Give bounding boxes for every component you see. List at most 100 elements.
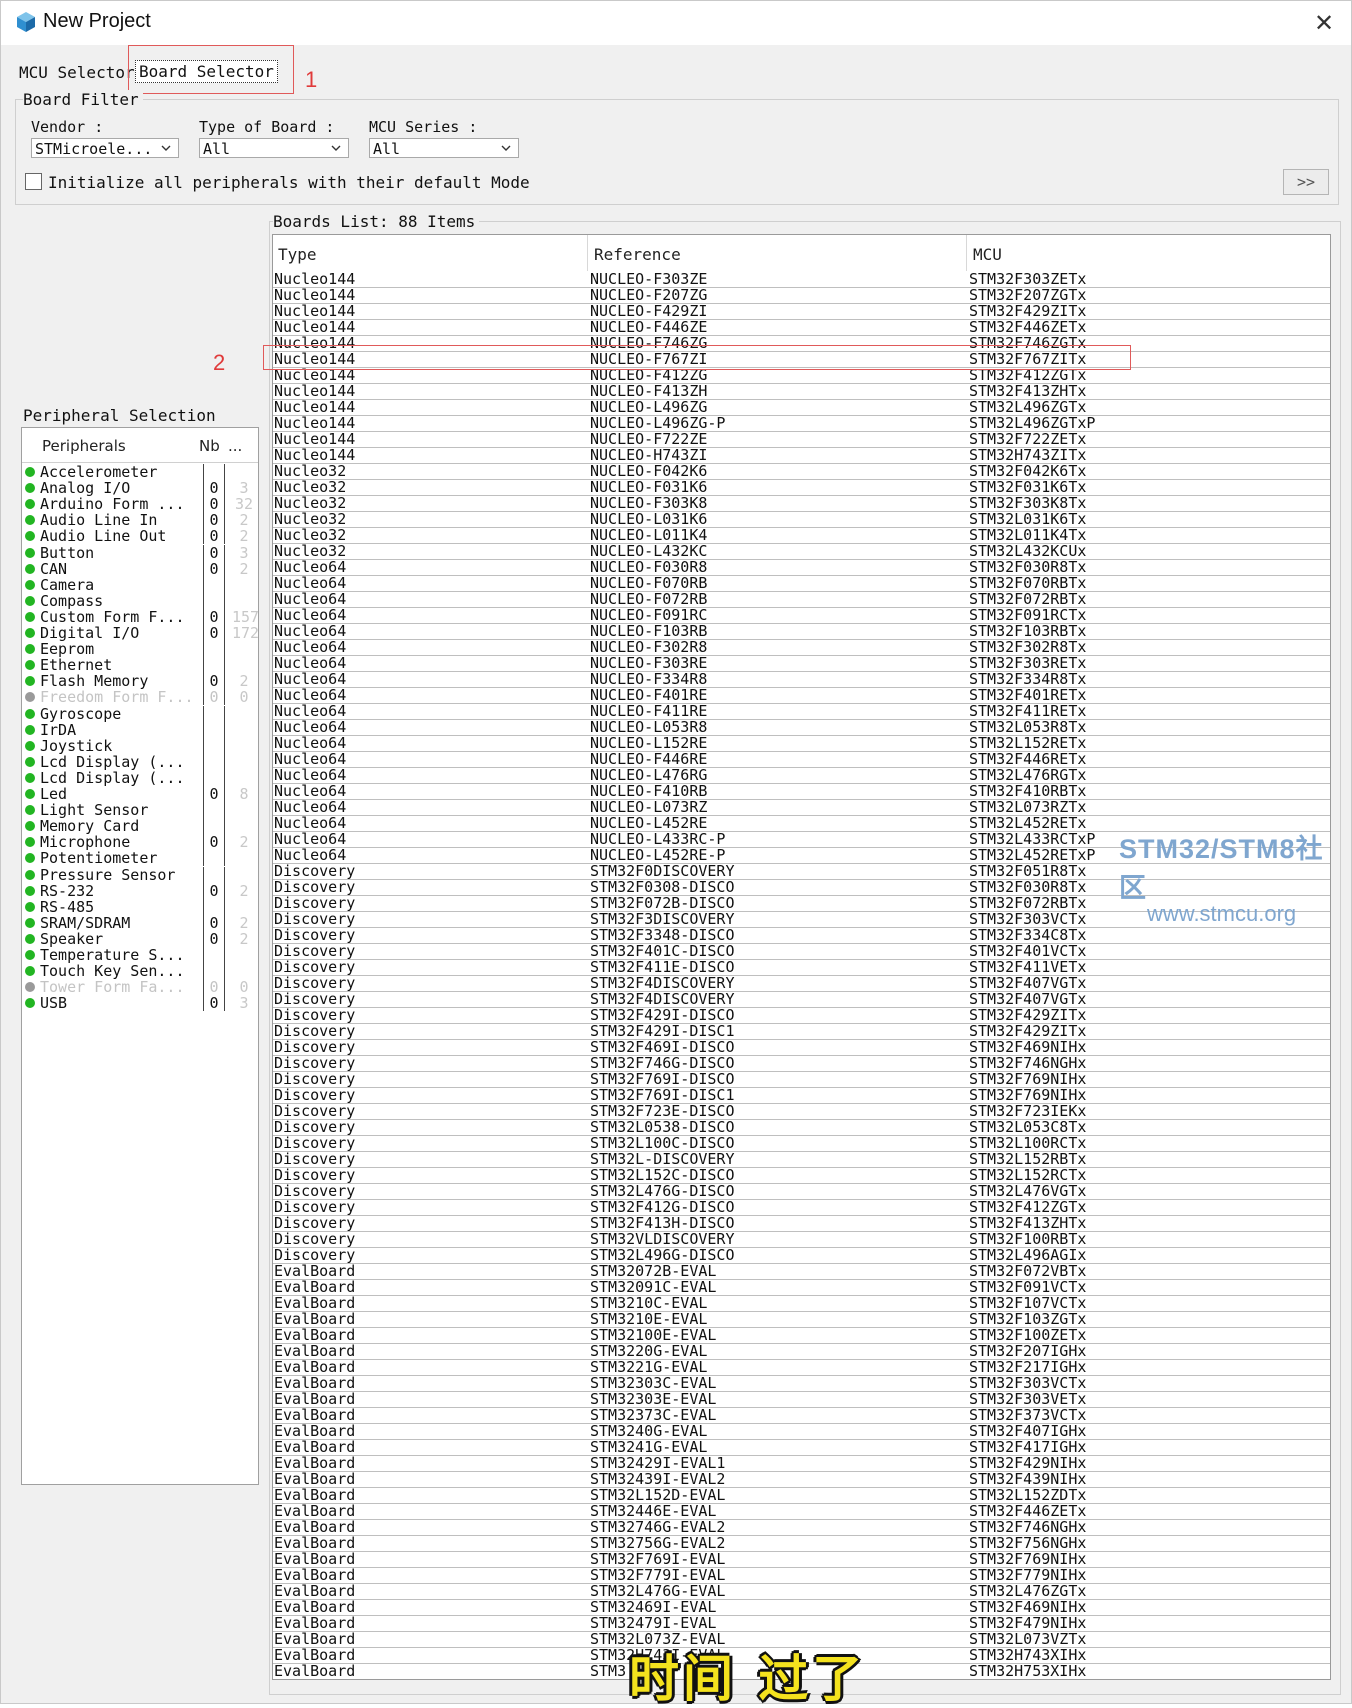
board-row[interactable]: EvalBoard STM3221G-EVAL STM32F217IGHx <box>273 1359 1330 1376</box>
board-row[interactable]: Nucleo32 NUCLEO-F031K6 STM32F031K6Tx <box>273 479 1330 496</box>
peripheral-row[interactable]: Joystick <box>22 737 258 754</box>
board-row[interactable]: Nucleo64 NUCLEO-F334R8 STM32F334R8Tx <box>273 671 1330 688</box>
board-row[interactable]: EvalBoard STM3241G-EVAL STM32F417IGHx <box>273 1439 1330 1456</box>
vendor-select[interactable]: STMicroele... <box>31 138 179 158</box>
mcu-series-select[interactable]: All <box>369 138 519 158</box>
board-row[interactable]: EvalBoard STM32303C-EVAL STM32F303VCTx <box>273 1375 1330 1392</box>
board-type-select[interactable]: All <box>199 138 349 158</box>
peripheral-row[interactable]: Camera <box>22 576 258 593</box>
peripheral-row[interactable]: Eeprom <box>22 641 258 658</box>
col-header-peripherals[interactable]: Peripherals <box>42 437 126 455</box>
board-row[interactable]: Discovery STM32L496G-DISCO STM32L496AGIx <box>273 1247 1330 1264</box>
board-row[interactable]: EvalBoard STM32756G-EVAL2 STM32F756NGHx <box>273 1535 1330 1552</box>
col-header-max[interactable]: ... <box>228 437 242 455</box>
board-row[interactable]: Nucleo64 NUCLEO-L073RZ STM32L073RZTx <box>273 799 1330 816</box>
peripheral-count[interactable]: 0 <box>203 834 225 851</box>
peripheral-count[interactable] <box>203 657 225 674</box>
peripheral-row[interactable]: Speaker 0 2 <box>22 930 258 947</box>
peripheral-count[interactable]: 0 <box>203 528 225 545</box>
board-row[interactable]: EvalBoard STM32429I-EVAL1 STM32F429NIHx <box>273 1455 1330 1472</box>
board-row[interactable]: Nucleo64 NUCLEO-L152RE STM32L152RETx <box>273 735 1330 752</box>
board-row[interactable]: EvalBoard STM32F769I-EVAL STM32F769NIHx <box>273 1551 1330 1568</box>
peripheral-row[interactable]: Microphone 0 2 <box>22 834 258 851</box>
peripheral-count[interactable]: 0 <box>203 480 225 497</box>
peripheral-count[interactable]: 0 <box>203 914 225 931</box>
peripheral-count[interactable] <box>203 769 225 786</box>
peripheral-row[interactable]: USB 0 3 <box>22 995 258 1012</box>
peripheral-count[interactable]: 0 <box>203 689 225 706</box>
board-row[interactable]: Nucleo144 NUCLEO-F413ZH STM32F413ZHTx <box>273 383 1330 400</box>
peripheral-count[interactable] <box>203 963 225 980</box>
board-row[interactable]: Discovery STM32F723E-DISCO STM32F723IEKx <box>273 1103 1330 1120</box>
board-row[interactable]: Nucleo144 NUCLEO-F429ZI STM32F429ZITx <box>273 303 1330 320</box>
board-row[interactable]: Discovery STM32F3348-DISCO STM32F334C8Tx <box>273 927 1330 944</box>
board-row[interactable]: EvalBoard STM32373C-EVAL STM32F373VCTx <box>273 1407 1330 1424</box>
peripheral-row[interactable]: RS-232 0 2 <box>22 882 258 899</box>
board-row[interactable]: EvalBoard STM3220G-EVAL STM32F207IGHx <box>273 1343 1330 1360</box>
board-row[interactable]: Nucleo144 NUCLEO-F722ZE STM32F722ZETx <box>273 431 1330 448</box>
board-row[interactable]: Discovery STM32F746G-DISCO STM32F746NGHx <box>273 1055 1330 1072</box>
peripheral-row[interactable]: Tower Form Fa... 0 0 <box>22 979 258 996</box>
peripheral-count[interactable]: 0 <box>203 882 225 899</box>
board-row[interactable]: Discovery STM32F769I-DISCO STM32F769NIHx <box>273 1071 1330 1088</box>
board-row[interactable]: Discovery STM32F429I-DISCO STM32F429ZITx <box>273 1007 1330 1024</box>
board-row[interactable]: EvalBoard STM32072B-EVAL STM32F072VBTx <box>273 1263 1330 1280</box>
board-row[interactable]: EvalBoard STM32746G-EVAL2 STM32F746NGHx <box>273 1519 1330 1536</box>
col-header-reference[interactable]: Reference <box>594 245 681 264</box>
board-row[interactable]: Discovery STM32F4DISCOVERY STM32F407VGTx <box>273 975 1330 992</box>
peripheral-row[interactable]: Ethernet <box>22 657 258 674</box>
peripheral-count[interactable]: 0 <box>203 544 225 561</box>
peripheral-count[interactable] <box>203 721 225 738</box>
board-row[interactable]: Discovery STM32L0538-DISCO STM32L053C8Tx <box>273 1119 1330 1136</box>
board-row[interactable]: Discovery STM32VLDISCOVERY STM32F100RBTx <box>273 1231 1330 1248</box>
board-row[interactable]: Nucleo144 NUCLEO-F446ZE STM32F446ZETx <box>273 319 1330 336</box>
board-row[interactable]: Nucleo64 NUCLEO-F103RB STM32F103RBTx <box>273 623 1330 640</box>
peripheral-count[interactable] <box>203 947 225 963</box>
board-row[interactable]: Nucleo144 NUCLEO-L496ZG-P STM32L496ZGTxP <box>273 415 1330 432</box>
peripheral-row[interactable]: Compass <box>22 592 258 609</box>
peripheral-row[interactable]: Freedom Form F... 0 0 <box>22 689 258 706</box>
board-row[interactable]: Nucleo64 NUCLEO-F072RB STM32F072RBTx <box>273 591 1330 608</box>
peripheral-row[interactable]: Pressure Sensor <box>22 866 258 883</box>
peripheral-row[interactable]: Light Sensor <box>22 802 258 819</box>
board-row[interactable]: Nucleo32 NUCLEO-F042K6 STM32F042K6Tx <box>273 463 1330 480</box>
close-button[interactable]: ✕ <box>1307 7 1341 39</box>
peripheral-row[interactable]: Lcd Display (... <box>22 769 258 786</box>
peripheral-row[interactable]: Audio Line In 0 2 <box>22 512 258 529</box>
board-row[interactable]: Nucleo32 NUCLEO-L011K4 STM32L011K4Tx <box>273 527 1330 544</box>
board-row[interactable]: Nucleo64 NUCLEO-F410RB STM32F410RBTx <box>273 783 1330 800</box>
board-row[interactable]: Discovery STM32F413H-DISCO STM32F413ZHTx <box>273 1215 1330 1232</box>
board-row[interactable]: EvalBoard STM32L152D-EVAL STM32L152ZDTx <box>273 1487 1330 1504</box>
board-row[interactable]: Nucleo64 NUCLEO-F401RE STM32F401RETx <box>273 687 1330 704</box>
board-row[interactable]: Nucleo32 NUCLEO-F303K8 STM32F303K8Tx <box>273 495 1330 512</box>
peripheral-row[interactable]: Touch Key Sen... <box>22 963 258 980</box>
board-row[interactable]: Discovery STM32F469I-DISCO STM32F469NIHx <box>273 1039 1330 1056</box>
peripheral-row[interactable]: Potentiometer <box>22 850 258 867</box>
board-row[interactable]: EvalBoard STM3240G-EVAL STM32F407IGHx <box>273 1423 1330 1440</box>
peripheral-count[interactable] <box>203 705 225 722</box>
peripheral-row[interactable]: Flash Memory 0 2 <box>22 673 258 690</box>
peripheral-count[interactable]: 0 <box>203 995 225 1012</box>
peripheral-count[interactable] <box>203 818 225 835</box>
board-row[interactable]: Nucleo144 NUCLEO-F303ZE STM32F303ZETx <box>273 271 1330 288</box>
board-row[interactable]: EvalBoard STM32L073Z-EVAL STM32L073VZTx <box>273 1631 1330 1648</box>
board-row[interactable]: Nucleo144 NUCLEO-L496ZG STM32L496ZGTx <box>273 399 1330 416</box>
peripheral-count[interactable] <box>203 592 225 609</box>
peripheral-count[interactable]: 0 <box>203 496 225 513</box>
board-row[interactable]: Nucleo64 NUCLEO-F091RC STM32F091RCTx <box>273 607 1330 624</box>
peripheral-row[interactable]: IrDA <box>22 721 258 738</box>
peripheral-count[interactable]: 0 <box>203 625 225 641</box>
peripheral-row[interactable]: Button 0 3 <box>22 544 258 561</box>
peripheral-row[interactable]: CAN 0 2 <box>22 560 258 577</box>
board-row[interactable]: Discovery STM32L-DISCOVERY STM32L152RBTx <box>273 1151 1330 1168</box>
board-row[interactable]: Nucleo64 NUCLEO-F070RB STM32F070RBTx <box>273 575 1330 592</box>
board-row[interactable]: Discovery STM32F429I-DISC1 STM32F429ZITx <box>273 1023 1330 1040</box>
peripheral-row[interactable]: Led 0 8 <box>22 786 258 802</box>
peripheral-row[interactable]: Arduino Form ... 0 32 <box>22 496 258 513</box>
peripheral-row[interactable]: SRAM/SDRAM 0 2 <box>22 914 258 931</box>
tab-mcu-selector[interactable]: MCU Selector <box>19 63 135 82</box>
peripheral-count[interactable]: 0 <box>203 930 225 947</box>
board-row[interactable]: Discovery STM32F4DISCOVERY STM32F407VGTx <box>273 991 1330 1008</box>
board-row[interactable]: Nucleo64 NUCLEO-F446RE STM32F446RETx <box>273 751 1330 768</box>
board-row[interactable]: EvalBoard STM32479I-EVAL STM32F479NIHx <box>273 1615 1330 1632</box>
